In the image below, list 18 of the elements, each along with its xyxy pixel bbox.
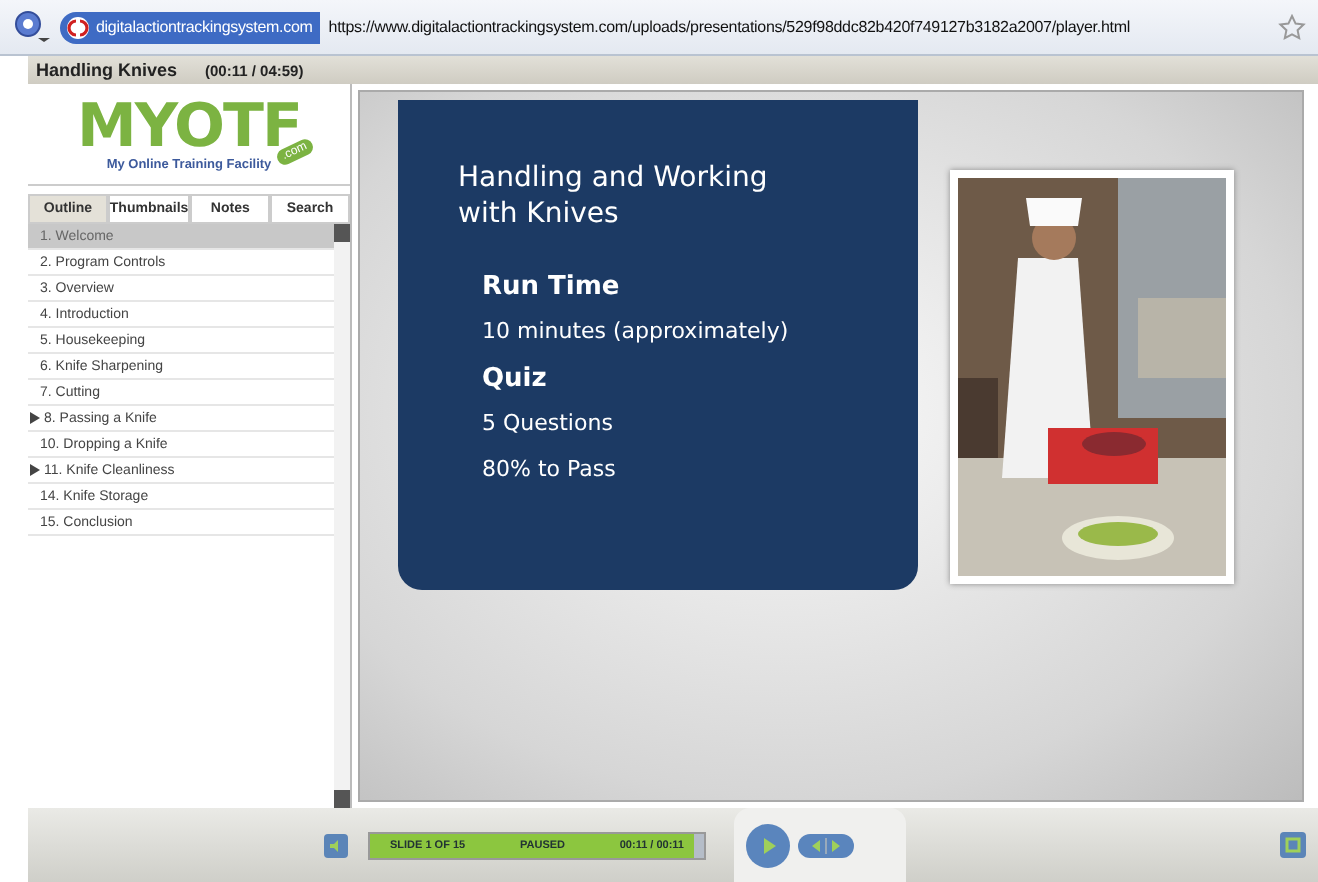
slide-text: 80% to Pass bbox=[482, 456, 616, 482]
play-button[interactable] bbox=[746, 823, 790, 867]
star-icon[interactable] bbox=[1278, 13, 1306, 41]
volume-icon[interactable] bbox=[324, 833, 348, 857]
slide-title: Handling and Working with Knives bbox=[458, 160, 770, 232]
site-badge: digitalactiontrackingsystem.com bbox=[60, 11, 321, 43]
previous-next-buttons[interactable] bbox=[798, 833, 854, 857]
section-heading: Quiz bbox=[482, 364, 549, 394]
section-heading: Run Time bbox=[482, 272, 622, 302]
expand-arrow-icon[interactable] bbox=[30, 464, 40, 476]
fullscreen-icon[interactable] bbox=[1280, 832, 1306, 858]
slide-text: 5 Questions bbox=[482, 410, 613, 436]
url-field[interactable]: https://www.digitalactiontrackingsystem.com/uploads/presentations/529f98ddc82b420f749127b3182a2007/player.html bbox=[328, 18, 1270, 36]
slide-text: 10 minutes (approximately) bbox=[482, 318, 789, 344]
presentation-title: Handling Knives bbox=[36, 60, 178, 80]
scrollbar[interactable] bbox=[334, 224, 350, 808]
browser-icon[interactable] bbox=[12, 7, 52, 47]
expand-arrow-icon[interactable] bbox=[30, 412, 40, 424]
